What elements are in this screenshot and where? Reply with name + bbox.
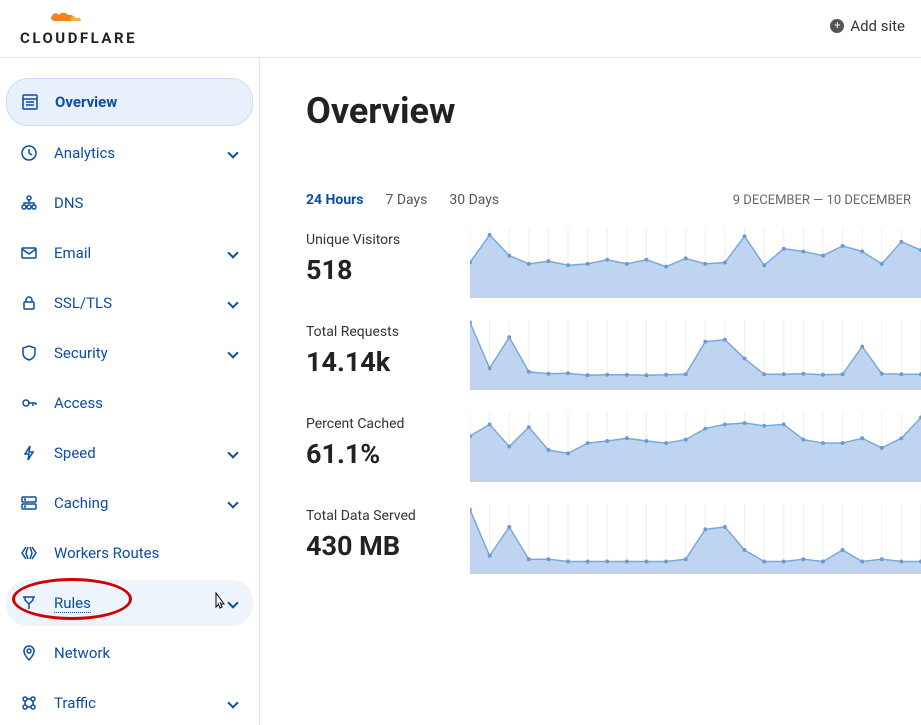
stat-label: Percent Cached	[306, 416, 470, 432]
sidebar-item-email[interactable]: Email	[6, 230, 253, 276]
sidebar-item-security[interactable]: Security	[6, 330, 253, 376]
sidebar-item-label: Analytics	[54, 144, 229, 162]
sidebar-item-label: Email	[54, 244, 229, 262]
body: Overview Analytics DNS	[0, 58, 921, 725]
sidebar-item-label: Overview	[55, 93, 240, 111]
chevron-down-icon	[227, 497, 238, 508]
shield-icon	[18, 342, 40, 364]
chevron-down-icon	[227, 697, 238, 708]
sidebar-item-rules[interactable]: Rules	[6, 580, 253, 626]
email-icon	[18, 242, 40, 264]
stat-total-requests: Total Requests 14.14k	[306, 320, 921, 390]
sidebar-item-label: Network	[54, 644, 241, 662]
sidebar-item-traffic[interactable]: Traffic	[6, 680, 253, 725]
chart-unique-visitors	[470, 228, 921, 298]
add-site-button[interactable]: + Add site	[830, 17, 905, 35]
overview-icon	[19, 91, 41, 113]
sidebar-item-access[interactable]: Access	[6, 380, 253, 426]
sidebar-item-label: Traffic	[54, 694, 229, 712]
sidebar-item-ssltls[interactable]: SSL/TLS	[6, 280, 253, 326]
sidebar-item-caching[interactable]: Caching	[6, 480, 253, 526]
stat-label: Total Data Served	[306, 508, 470, 524]
sidebar-item-label: DNS	[54, 194, 241, 212]
chevron-down-icon	[227, 347, 238, 358]
chevron-down-icon	[227, 297, 238, 308]
stat-value: 430 MB	[306, 530, 470, 562]
rules-icon	[18, 592, 40, 614]
header: CLOUDFLARE + Add site	[0, 0, 921, 58]
dns-icon	[18, 192, 40, 214]
sidebar-item-dns[interactable]: DNS	[6, 180, 253, 226]
analytics-icon	[18, 142, 40, 164]
sidebar-item-label: SSL/TLS	[54, 294, 229, 312]
lock-icon	[18, 292, 40, 314]
workers-icon	[18, 542, 40, 564]
page-title: Overview	[306, 90, 921, 132]
date-range-label: 9 DECEMBER — 10 DECEMBER	[733, 193, 911, 208]
sidebar-item-label: Access	[54, 394, 241, 412]
stat-unique-visitors: Unique Visitors 518	[306, 228, 921, 298]
sidebar-item-label: Speed	[54, 444, 229, 462]
time-range-tabs: 24 Hours 7 Days 30 Days 9 DECEMBER — 10 …	[306, 192, 921, 208]
plus-circle-icon: +	[830, 19, 844, 33]
range-24h[interactable]: 24 Hours	[306, 192, 364, 208]
sidebar-item-workers-routes[interactable]: Workers Routes	[6, 530, 253, 576]
sidebar-item-analytics[interactable]: Analytics	[6, 130, 253, 176]
sidebar-item-speed[interactable]: Speed	[6, 430, 253, 476]
chart-total-requests	[470, 320, 921, 390]
caching-icon	[18, 492, 40, 514]
add-site-label: Add site	[850, 17, 905, 35]
chevron-down-icon	[227, 247, 238, 258]
range-30d[interactable]: 30 Days	[449, 192, 499, 208]
stat-value: 518	[306, 254, 470, 286]
stat-value: 61.1%	[306, 438, 470, 470]
chevron-down-icon	[227, 447, 238, 458]
sidebar-item-label: Rules	[54, 594, 229, 612]
chart-percent-cached	[470, 412, 921, 482]
sidebar-item-label: Caching	[54, 494, 229, 512]
cloud-icon	[43, 5, 115, 29]
brand-logo[interactable]: CLOUDFLARE	[20, 5, 137, 46]
access-icon	[18, 392, 40, 414]
bolt-icon	[18, 442, 40, 464]
brand-text: CLOUDFLARE	[20, 31, 137, 46]
chevron-down-icon	[227, 147, 238, 158]
traffic-icon	[18, 692, 40, 714]
sidebar-item-overview[interactable]: Overview	[6, 78, 253, 126]
main-content: Overview 24 Hours 7 Days 30 Days 9 DECEM…	[260, 58, 921, 725]
stat-total-data-served: Total Data Served 430 MB	[306, 504, 921, 574]
sidebar-item-label: Security	[54, 344, 229, 362]
stat-value: 14.14k	[306, 346, 470, 378]
range-7d[interactable]: 7 Days	[386, 192, 428, 208]
sidebar: Overview Analytics DNS	[0, 58, 260, 725]
sidebar-item-network[interactable]: Network	[6, 630, 253, 676]
stat-label: Total Requests	[306, 324, 470, 340]
chart-total-data-served	[470, 504, 921, 574]
chevron-down-icon	[227, 597, 238, 608]
stat-label: Unique Visitors	[306, 232, 470, 248]
sidebar-item-label: Workers Routes	[54, 544, 241, 562]
pin-icon	[18, 642, 40, 664]
stat-percent-cached: Percent Cached 61.1%	[306, 412, 921, 482]
